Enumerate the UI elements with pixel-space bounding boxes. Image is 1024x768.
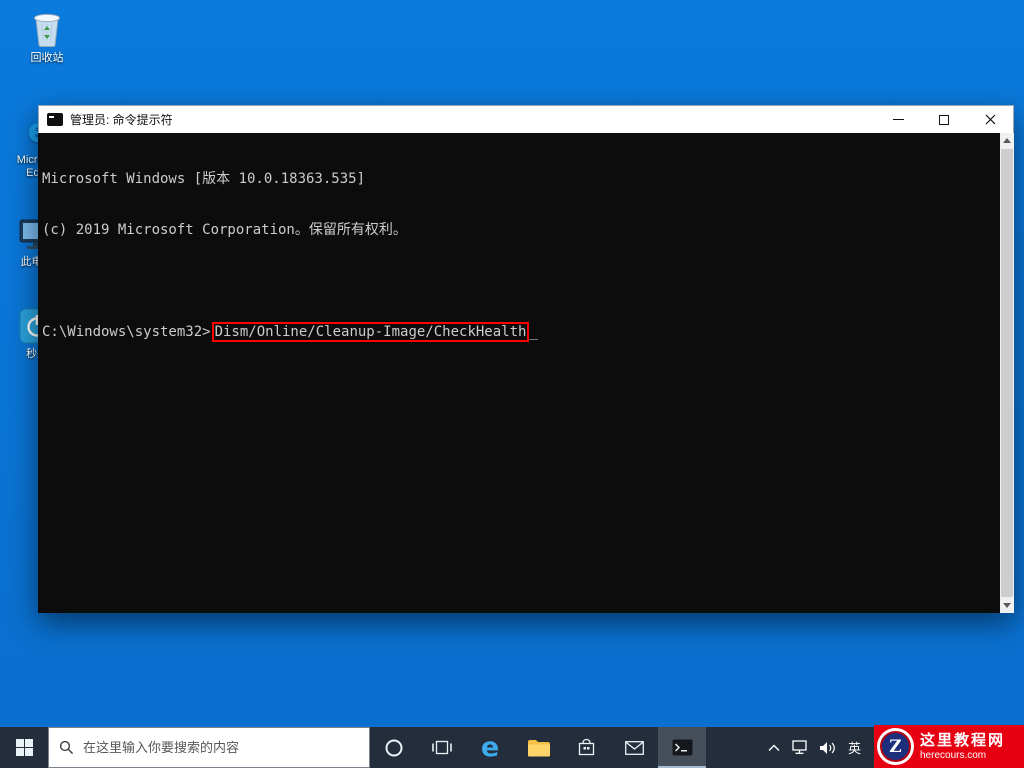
cmd-taskbar-button[interactable] xyxy=(658,727,706,768)
chevron-up-icon xyxy=(768,744,780,752)
cmd-titlebar[interactable]: 管理员: 命令提示符 xyxy=(38,105,1014,133)
cortana-button[interactable] xyxy=(370,727,418,768)
language-label: 英 xyxy=(848,738,861,757)
windows-logo-icon xyxy=(16,739,33,756)
watermark-site-url: herecours.com xyxy=(920,750,1005,762)
task-view-icon xyxy=(432,739,452,756)
console-blank-line xyxy=(42,273,994,290)
store-icon xyxy=(577,738,596,757)
console-prompt: C:\Windows\system32> xyxy=(42,324,211,340)
desktop-icon-recycle-bin[interactable]: 回收站 xyxy=(16,8,78,65)
taskbar: e xyxy=(0,727,1024,768)
highlighted-command: Dism/Online/Cleanup-Image/CheckHealth xyxy=(212,322,530,342)
search-icon xyxy=(59,740,74,755)
folder-icon xyxy=(527,739,550,757)
close-icon xyxy=(985,114,996,125)
command-prompt-icon xyxy=(671,738,694,757)
search-input[interactable] xyxy=(83,740,359,755)
window-title: 管理员: 命令提示符 xyxy=(70,111,173,128)
start-button[interactable] xyxy=(0,727,48,768)
watermark-text: 这里教程网 herecours.com xyxy=(920,732,1005,762)
edge-icon: e xyxy=(481,734,499,761)
close-button[interactable] xyxy=(967,106,1013,133)
language-indicator[interactable]: 英 xyxy=(841,727,868,768)
watermark-site-name: 这里教程网 xyxy=(920,732,1005,750)
network-button[interactable] xyxy=(787,727,814,768)
recycle-bin-icon xyxy=(29,8,65,48)
minimize-icon xyxy=(893,119,904,120)
network-icon xyxy=(792,740,810,755)
desktop-icon-label: 回收站 xyxy=(31,52,64,65)
file-explorer-button[interactable] xyxy=(514,727,562,768)
maximize-button[interactable] xyxy=(921,106,967,133)
console-line: Microsoft Windows [版本 10.0.18363.535] xyxy=(42,171,994,188)
console[interactable]: Microsoft Windows [版本 10.0.18363.535] (c… xyxy=(38,133,1014,613)
watermark-logo-letter: Z xyxy=(880,731,911,762)
taskbar-search[interactable] xyxy=(48,727,370,768)
window-controls xyxy=(875,106,1013,133)
watermark-logo-icon: Z xyxy=(877,728,914,765)
minimize-button[interactable] xyxy=(875,106,921,133)
console-output: Microsoft Windows [版本 10.0.18363.535] (c… xyxy=(38,133,1014,375)
cmd-window: 管理员: 命令提示符 Microsoft Windows [版本 10.0.18… xyxy=(38,105,1014,613)
console-cursor: _ xyxy=(529,324,537,340)
maximize-icon xyxy=(939,115,949,125)
console-prompt-line: C:\Windows\system32>Dism/Online/Cleanup-… xyxy=(42,324,994,341)
mail-icon xyxy=(625,741,644,755)
show-hidden-icons-button[interactable] xyxy=(760,727,787,768)
volume-button[interactable] xyxy=(814,727,841,768)
mail-button[interactable] xyxy=(610,727,658,768)
speaker-icon xyxy=(819,741,837,755)
microsoft-store-button[interactable] xyxy=(562,727,610,768)
task-view-button[interactable] xyxy=(418,727,466,768)
scrollbar-thumb[interactable] xyxy=(1001,149,1013,597)
desktop[interactable]: 回收站 e Microsoft Edge 此电脑 秒关 管理员: 命令提示符 xyxy=(0,0,1024,768)
console-scrollbar[interactable] xyxy=(1000,133,1014,613)
console-line: (c) 2019 Microsoft Corporation。保留所有权利。 xyxy=(42,222,994,239)
edge-taskbar-button[interactable]: e xyxy=(466,727,514,768)
scroll-up-icon[interactable] xyxy=(1000,133,1014,148)
scroll-down-icon[interactable] xyxy=(1000,598,1014,613)
watermark: Z 这里教程网 herecours.com xyxy=(874,725,1024,768)
cortana-icon xyxy=(384,738,404,758)
cmd-app-icon xyxy=(47,113,63,126)
